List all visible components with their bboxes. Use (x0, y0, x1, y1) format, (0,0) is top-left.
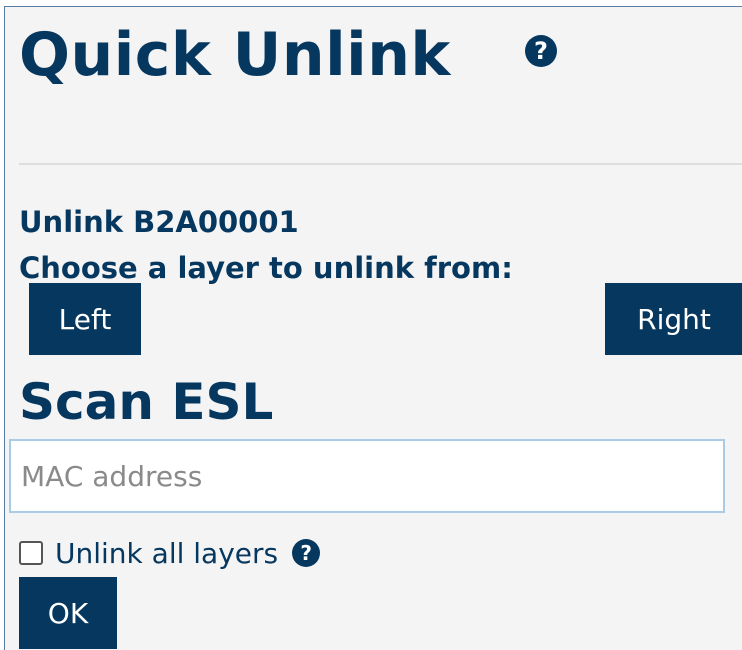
unlink-target-label: Unlink B2A00001 (19, 205, 299, 239)
help-icon[interactable]: ? (525, 35, 557, 67)
scan-esl-heading: Scan ESL (19, 373, 274, 431)
divider (19, 163, 742, 165)
unlink-all-help-icon[interactable]: ? (292, 539, 321, 567)
left-layer-button[interactable]: Left (29, 283, 141, 355)
unlink-all-row: Unlink all layers ? (19, 537, 321, 570)
choose-layer-label: Choose a layer to unlink from: (19, 251, 513, 285)
unlink-all-checkbox[interactable] (19, 541, 43, 565)
quick-unlink-panel: Quick Unlink ? Unlink B2A00001 Choose a … (4, 6, 742, 650)
unlink-all-label[interactable]: Unlink all layers (55, 537, 278, 570)
ok-button[interactable]: OK (19, 577, 117, 649)
mac-address-input[interactable] (9, 439, 725, 513)
right-layer-button[interactable]: Right (605, 283, 742, 355)
page-title: Quick Unlink (19, 20, 451, 90)
